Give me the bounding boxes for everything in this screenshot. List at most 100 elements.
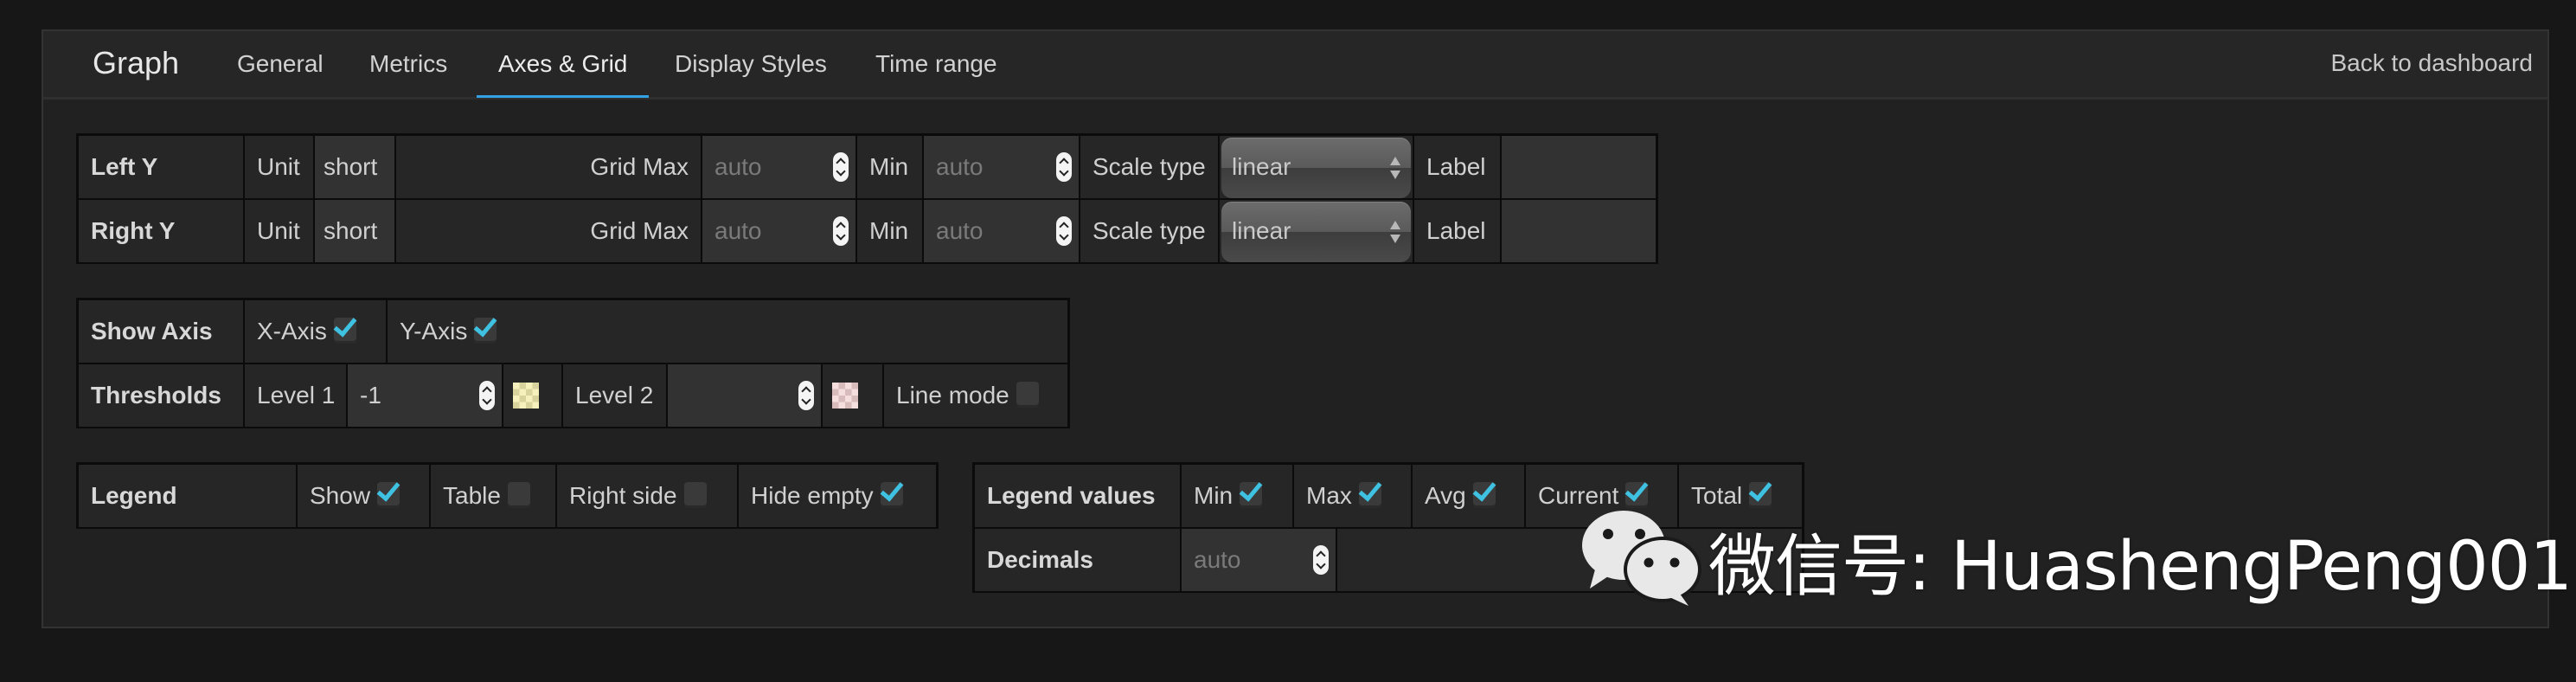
- legend-hide-empty-label: Hide empty: [751, 482, 874, 509]
- legend-right-side-label: Right side: [569, 482, 677, 509]
- editor-header: Graph General Metrics Axes & Grid Displa…: [43, 31, 2547, 100]
- label-label: Label: [1414, 136, 1500, 198]
- scale-type-select[interactable]: linear: [1221, 202, 1411, 262]
- legend-show-label: Show: [310, 482, 371, 509]
- legend-avg-option[interactable]: Avg: [1413, 465, 1524, 527]
- legend-min-label: Min: [1194, 482, 1234, 509]
- select-arrows-icon: [1390, 157, 1400, 179]
- line-mode-option[interactable]: Line mode: [884, 364, 1067, 427]
- grid-max-placeholder: auto: [714, 217, 762, 244]
- min-input[interactable]: auto: [924, 136, 1079, 198]
- active-tab-indicator: [477, 95, 649, 98]
- spinner-icon[interactable]: [1056, 152, 1072, 182]
- grid-max-label: Grid Max: [396, 200, 701, 262]
- line-mode-label: Line mode: [896, 382, 1009, 409]
- unit-picker[interactable]: short: [315, 200, 394, 262]
- tab-axes-grid[interactable]: Axes & Grid: [498, 50, 627, 78]
- legend-show-option[interactable]: Show: [298, 465, 429, 527]
- legend-label: Legend: [79, 465, 296, 527]
- tab-metrics[interactable]: Metrics: [369, 50, 447, 78]
- panel-type-title: Graph: [93, 45, 180, 80]
- thresholds-label: Thresholds: [79, 364, 243, 427]
- level2-label: Level 2: [563, 364, 666, 427]
- y-axis-option[interactable]: Y-Axis: [388, 300, 1067, 363]
- legend-max-checkbox[interactable]: [1358, 481, 1381, 508]
- min-input[interactable]: auto: [924, 200, 1079, 262]
- level2-color-picker[interactable]: [832, 383, 858, 409]
- legend-min-checkbox[interactable]: [1240, 481, 1263, 508]
- label-input[interactable]: [1502, 136, 1656, 198]
- scale-type-label: Scale type: [1080, 136, 1218, 198]
- legend-show-checkbox[interactable]: [377, 481, 400, 508]
- axis-name: Left Y: [79, 136, 243, 198]
- spinner-icon[interactable]: [798, 381, 814, 410]
- grid-max-input[interactable]: auto: [702, 136, 855, 198]
- tab-display-styles[interactable]: Display Styles: [675, 50, 827, 78]
- legend-avg-label: Avg: [1425, 482, 1466, 509]
- min-placeholder: auto: [936, 153, 984, 180]
- legend-right-side-checkbox[interactable]: [683, 481, 707, 508]
- scale-type-value: linear: [1232, 153, 1291, 180]
- label-input[interactable]: [1502, 200, 1656, 262]
- legend-min-option[interactable]: Min: [1182, 465, 1292, 527]
- grid-max-placeholder: auto: [714, 153, 762, 180]
- level1-label: Level 1: [245, 364, 346, 427]
- back-to-dashboard-link[interactable]: Back to dashboard: [2331, 49, 2534, 77]
- legend-table-checkbox[interactable]: [507, 481, 530, 508]
- scale-type-value: linear: [1232, 217, 1291, 244]
- grid-max-input[interactable]: auto: [702, 200, 855, 262]
- unit-label: Unit: [245, 136, 313, 198]
- x-axis-option[interactable]: X-Axis: [245, 300, 386, 363]
- select-arrows-icon: [1390, 221, 1400, 243]
- spinner-icon[interactable]: [479, 381, 495, 410]
- y-axis-label: Y-Axis: [400, 318, 468, 344]
- wechat-icon: [1582, 511, 1701, 606]
- level1-input[interactable]: -1: [348, 364, 502, 427]
- scale-type-select[interactable]: linear: [1221, 138, 1411, 198]
- axis-name: Right Y: [79, 200, 243, 262]
- level1-color-picker[interactable]: [513, 383, 539, 409]
- x-axis-checkbox[interactable]: [333, 317, 356, 344]
- legend-table: Legend Show Table Right side Hide empty: [76, 462, 939, 529]
- min-placeholder: auto: [936, 217, 984, 244]
- legend-max-option[interactable]: Max: [1294, 465, 1411, 527]
- min-label: Min: [857, 200, 922, 262]
- axes-table: Left Y Unit short Grid Max auto Min auto…: [76, 133, 1658, 264]
- x-axis-label: X-Axis: [257, 318, 327, 344]
- decimals-input[interactable]: auto: [1182, 529, 1336, 591]
- legend-hide-empty-checkbox[interactable]: [880, 481, 903, 508]
- unit-picker[interactable]: short: [315, 136, 394, 198]
- level2-input[interactable]: [668, 364, 821, 427]
- show-axis-label: Show Axis: [79, 300, 243, 363]
- line-mode-checkbox[interactable]: [1016, 381, 1039, 408]
- y-axis-checkbox[interactable]: [474, 317, 497, 344]
- spinner-icon[interactable]: [1056, 216, 1072, 246]
- level2-color-cell: [823, 364, 882, 427]
- legend-right-side-option[interactable]: Right side: [557, 465, 737, 527]
- legend-values-label: Legend values: [975, 465, 1180, 527]
- tab-time-range[interactable]: Time range: [875, 50, 997, 78]
- axis-thresholds-table: Show Axis X-Axis Y-Axis Thresholds Level…: [76, 298, 1070, 428]
- label-label: Label: [1414, 200, 1500, 262]
- decimals-placeholder: auto: [1194, 546, 1241, 573]
- scale-type-cell: linear: [1220, 200, 1413, 262]
- min-label: Min: [857, 136, 922, 198]
- scale-type-cell: linear: [1220, 136, 1413, 198]
- tab-general[interactable]: General: [237, 50, 324, 78]
- legend-hide-empty-option[interactable]: Hide empty: [739, 465, 936, 527]
- watermark-text: 微信号: HuashengPeng001: [1708, 528, 2573, 606]
- legend-avg-checkbox[interactable]: [1472, 481, 1496, 508]
- legend-table-label: Table: [443, 482, 501, 509]
- level1-color-cell: [503, 364, 561, 427]
- spinner-icon[interactable]: [833, 216, 849, 246]
- decimals-label: Decimals: [975, 529, 1180, 591]
- legend-max-label: Max: [1306, 482, 1352, 509]
- scale-type-label: Scale type: [1080, 200, 1218, 262]
- spinner-icon[interactable]: [1313, 545, 1329, 575]
- legend-table-option[interactable]: Table: [431, 465, 555, 527]
- legend-total-checkbox[interactable]: [1749, 481, 1772, 508]
- unit-label: Unit: [245, 200, 313, 262]
- spinner-icon[interactable]: [833, 152, 849, 182]
- grid-max-label: Grid Max: [396, 136, 701, 198]
- level1-value: -1: [360, 382, 381, 409]
